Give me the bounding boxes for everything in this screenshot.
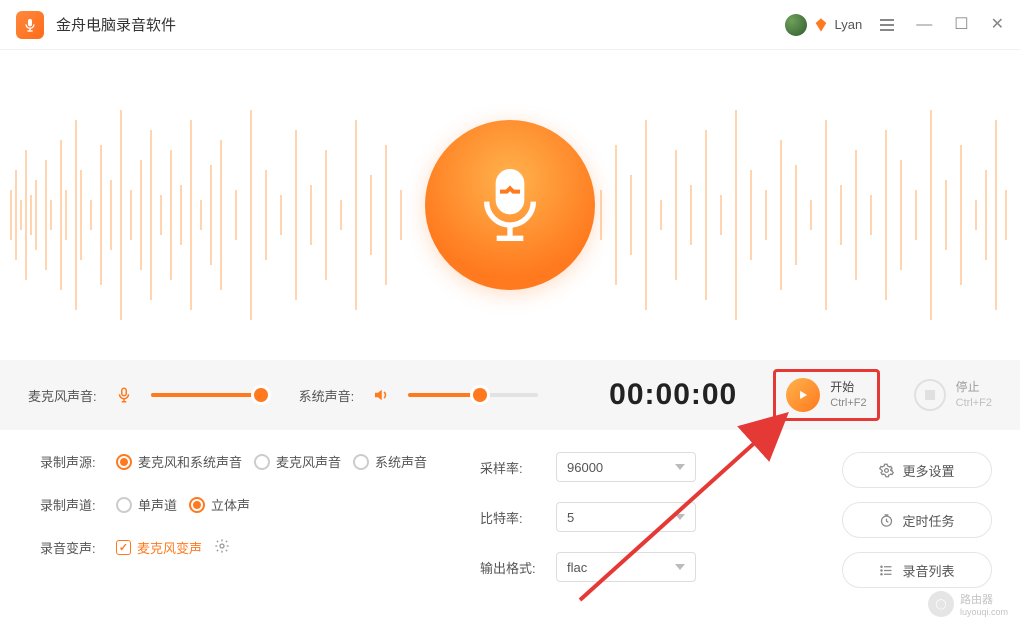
channel-option-mono[interactable]: 单声道: [116, 495, 177, 514]
speaker-icon: [372, 386, 390, 404]
waveform-area: [0, 50, 1020, 360]
channel-option-stereo[interactable]: 立体声: [189, 495, 250, 514]
stop-icon: [914, 379, 946, 411]
sample-rate-label: 采样率:: [480, 458, 544, 477]
bit-rate-select[interactable]: 5: [556, 502, 696, 532]
sample-rate-row: 采样率: 96000: [480, 452, 820, 482]
close-button[interactable]: ✕: [991, 17, 1004, 33]
sample-rate-select[interactable]: 96000: [556, 452, 696, 482]
voice-change-checkbox[interactable]: 麦克风变声: [116, 538, 202, 557]
system-volume-label: 系统声音:: [299, 386, 355, 405]
watermark: ◯ 路由器 luyouqi.com: [928, 591, 1008, 617]
recording-list-button[interactable]: 录音列表: [842, 552, 992, 588]
system-volume-slider[interactable]: [408, 393, 538, 397]
watermark-icon: ◯: [928, 591, 954, 617]
recording-timer: 00:00:00: [609, 378, 737, 412]
microphone-icon: [115, 386, 133, 404]
list-icon: [879, 563, 894, 578]
source-option-both[interactable]: 麦克风和系统声音: [116, 452, 242, 471]
play-icon: [786, 378, 820, 412]
clock-icon: [879, 513, 894, 528]
source-option-mic[interactable]: 麦克风声音: [254, 452, 341, 471]
mic-volume-slider[interactable]: [151, 393, 261, 397]
stop-label: 停止: [956, 380, 992, 396]
control-strip: 麦克风声音: 系统声音: 00:00:00 开始 Ctrl+F2 停止 Ctrl…: [0, 360, 1020, 430]
vip-diamond-icon: [813, 17, 829, 33]
more-settings-button[interactable]: 更多设置: [842, 452, 992, 488]
timed-task-button[interactable]: 定时任务: [842, 502, 992, 538]
gear-icon: [879, 463, 894, 478]
source-option-sys[interactable]: 系统声音: [353, 452, 427, 471]
minimize-button[interactable]: ―: [916, 17, 932, 33]
bit-rate-row: 比特率: 5: [480, 502, 820, 532]
microphone-emblem: [425, 120, 595, 290]
user-avatar: [785, 14, 807, 36]
voice-change-row: 录音变声: 麦克风变声: [40, 538, 480, 557]
title-bar: 金舟电脑录音软件 Lyan ― ☐ ✕: [0, 0, 1020, 50]
start-recording-button[interactable]: 开始 Ctrl+F2: [773, 369, 879, 421]
recording-source-row: 录制声源: 麦克风和系统声音 麦克风声音 系统声音: [40, 452, 480, 471]
app-icon: [16, 11, 44, 39]
stop-shortcut: Ctrl+F2: [956, 396, 992, 410]
user-area[interactable]: Lyan: [785, 14, 863, 36]
menu-button[interactable]: [880, 19, 894, 31]
voice-change-settings-icon[interactable]: [214, 538, 230, 557]
channel-label: 录制声道:: [40, 495, 104, 514]
recording-source-label: 录制声源:: [40, 452, 104, 471]
mic-volume-label: 麦克风声音:: [28, 386, 97, 405]
output-format-label: 输出格式:: [480, 558, 544, 577]
channel-row: 录制声道: 单声道 立体声: [40, 495, 480, 514]
bit-rate-label: 比特率:: [480, 508, 544, 527]
app-title: 金舟电脑录音软件: [56, 14, 176, 35]
stop-recording-button[interactable]: 停止 Ctrl+F2: [914, 379, 992, 411]
voice-change-label: 录音变声:: [40, 538, 104, 557]
maximize-button[interactable]: ☐: [954, 17, 968, 33]
output-format-row: 输出格式: flac: [480, 552, 820, 582]
username: Lyan: [835, 17, 863, 32]
output-format-select[interactable]: flac: [556, 552, 696, 582]
settings-panel: 录制声源: 麦克风和系统声音 麦克风声音 系统声音 录制声道: 单声道: [0, 430, 1020, 588]
start-label: 开始: [830, 380, 866, 396]
start-shortcut: Ctrl+F2: [830, 396, 866, 410]
